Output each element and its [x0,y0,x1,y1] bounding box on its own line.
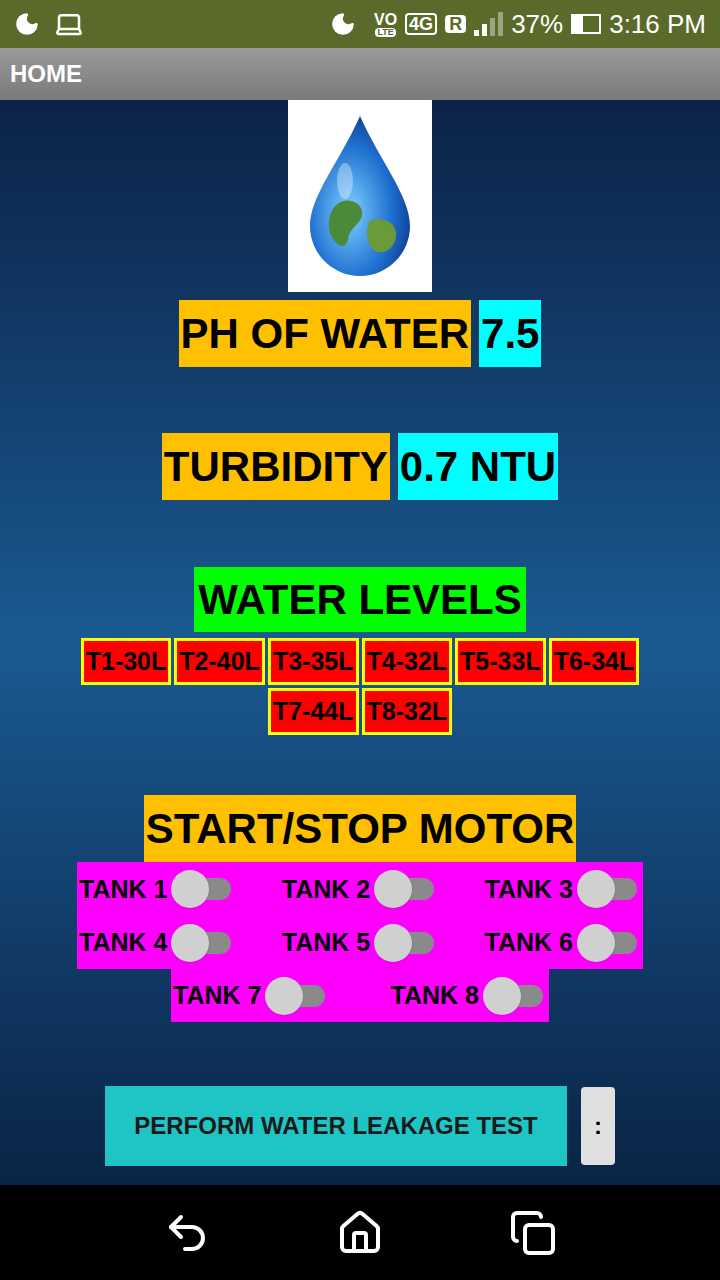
app-title: HOME [10,56,82,92]
water-level-chip: T1-30L [81,638,172,685]
tank-label: TANK 2 [282,877,370,902]
phone-screen: VOLTE 4G R 37% 3:16 PM HOME PH OF WATER7.5 TURB… [0,0,720,1280]
menu-button[interactable]: : [581,1087,615,1165]
motor-row: TANK 1 TANK 2 TANK 3 [77,862,643,916]
switch-thumb [171,870,209,908]
leak-test-row: PERFORM WATER LEAKAGE TEST: [105,1086,615,1166]
switch-thumb [483,977,521,1015]
turbidity-row: TURBIDITY0.7 NTU [162,433,558,500]
moon-icon [14,11,40,37]
clock: 3:16 PM [609,5,706,44]
roaming-badge: R [445,15,466,33]
laptop-icon [54,9,84,39]
app-bar: HOME [0,48,720,100]
ph-row: PH OF WATER7.5 [179,300,542,367]
water-level-chip: T3-35L [268,638,359,685]
logo [288,100,432,292]
motor-switch[interactable] [374,923,438,963]
motor-switch-row: TANK 7 [173,976,329,1016]
home-icon[interactable] [336,1209,384,1257]
back-icon[interactable] [163,1209,211,1257]
motor-switch-row: TANK 1 [79,869,235,909]
volte-badge: VOLTE [374,12,397,37]
motor-switch-row: TANK 4 [79,923,235,963]
motor-panel: TANK 1TANK 2TANK 3TANK 4TANK 5TANK 6TANK… [77,862,643,1022]
tank-label: TANK 5 [282,930,370,955]
motor-title: START/STOP MOTOR [144,795,577,862]
navigation-bar [0,1185,720,1280]
water-level-list: T1-30LT2-40LT3-35LT4-32LT5-33LT6-34L T7-4… [35,638,685,735]
recents-icon[interactable] [509,1209,557,1257]
motor-switch-row: TANK 5 [282,923,438,963]
motor-switch[interactable] [577,923,641,963]
moon-icon [330,11,356,37]
tank-label: TANK 3 [485,877,573,902]
ph-label: PH OF WATER [179,300,472,367]
motor-switch[interactable] [577,869,641,909]
tank-label: TANK 6 [485,930,573,955]
motor-switch[interactable] [483,976,547,1016]
switch-thumb [577,870,615,908]
switch-thumb [577,924,615,962]
network-badge: 4G [405,13,437,35]
tank-label: TANK 4 [79,930,167,955]
turbidity-label: TURBIDITY [162,433,390,500]
home-content: PH OF WATER7.5 TURBIDITY0.7 NTU WATER LEVE… [0,100,720,1185]
water-level-chip: T5-33L [455,638,546,685]
motor-switch[interactable] [374,869,438,909]
water-level-chip: T4-32L [362,638,453,685]
battery-icon [571,14,601,34]
water-level-chip: T6-34L [549,638,640,685]
leak-test-button[interactable]: PERFORM WATER LEAKAGE TEST [105,1086,567,1166]
motor-switch[interactable] [171,869,235,909]
motor-switch-row: TANK 2 [282,869,438,909]
water-levels-title: WATER LEVELS [194,567,526,632]
switch-thumb [374,870,412,908]
motor-switch-row: TANK 3 [485,869,641,909]
water-drop-globe-icon [300,111,420,281]
motor-switch[interactable] [265,976,329,1016]
ph-value: 7.5 [479,300,541,367]
turbidity-value: 0.7 NTU [398,433,558,500]
status-bar: VOLTE 4G R 37% 3:16 PM [0,0,720,48]
water-level-chip: T8-32L [362,688,453,735]
tank-label: TANK 7 [173,983,261,1008]
battery-percent: 37% [511,5,563,44]
switch-thumb [265,977,303,1015]
tank-label: TANK 8 [391,983,479,1008]
motor-row: TANK 7 TANK 8 [171,969,549,1022]
water-level-chip: T7-44L [268,688,359,735]
motor-row: TANK 4 TANK 5 TANK 6 [77,916,643,969]
signal-icon [474,12,503,36]
motor-switch[interactable] [171,923,235,963]
tank-label: TANK 1 [79,877,167,902]
motor-switch-row: TANK 8 [391,976,547,1016]
switch-thumb [171,924,209,962]
motor-switch-row: TANK 6 [485,923,641,963]
water-level-chip: T2-40L [174,638,265,685]
switch-thumb [374,924,412,962]
